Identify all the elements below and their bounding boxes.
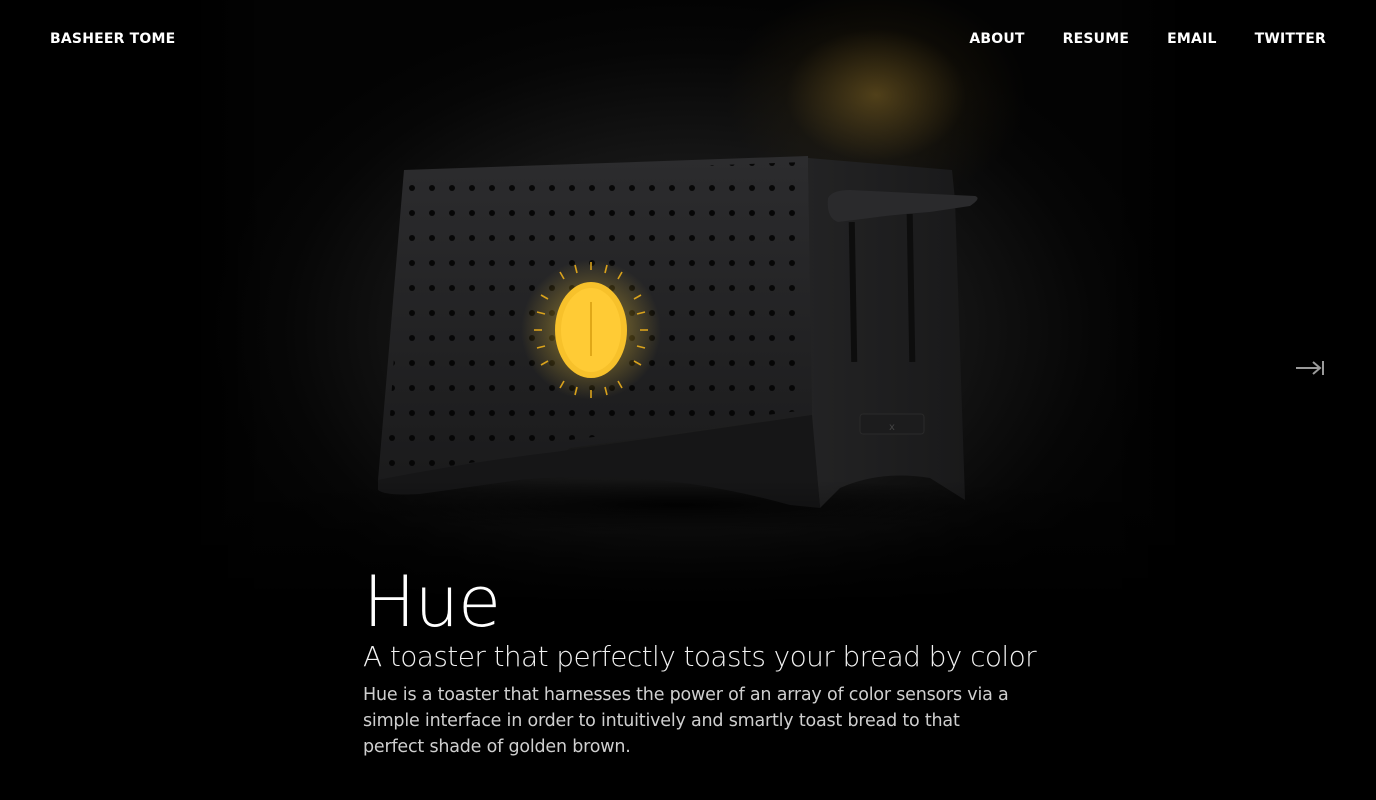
nav-twitter-link[interactable]: TWITTER bbox=[1255, 31, 1326, 47]
main-nav: ABOUT RESUME EMAIL TWITTER bbox=[969, 31, 1326, 47]
next-project-button[interactable] bbox=[1292, 356, 1326, 380]
page: BASHEER TOME ABOUT RESUME EMAIL TWITTER bbox=[0, 0, 1376, 800]
arrow-right-to-bar-icon bbox=[1296, 361, 1324, 375]
nav-resume-link[interactable]: RESUME bbox=[1063, 31, 1130, 47]
project-title: Hue bbox=[363, 561, 501, 643]
nav-email-link[interactable]: EMAIL bbox=[1167, 31, 1216, 47]
cancel-mark: x bbox=[889, 422, 895, 433]
project-content: Hue A toaster that perfectly toasts your… bbox=[363, 560, 1043, 760]
project-description: Hue is a toaster that harnesses the powe… bbox=[363, 685, 1009, 757]
brand-link[interactable]: BASHEER TOME bbox=[50, 31, 175, 47]
nav-about-link[interactable]: ABOUT bbox=[969, 31, 1024, 47]
project-subtitle: A toaster that perfectly toasts your bre… bbox=[363, 640, 1037, 673]
site-header: BASHEER TOME ABOUT RESUME EMAIL TWITTER bbox=[0, 0, 1376, 80]
